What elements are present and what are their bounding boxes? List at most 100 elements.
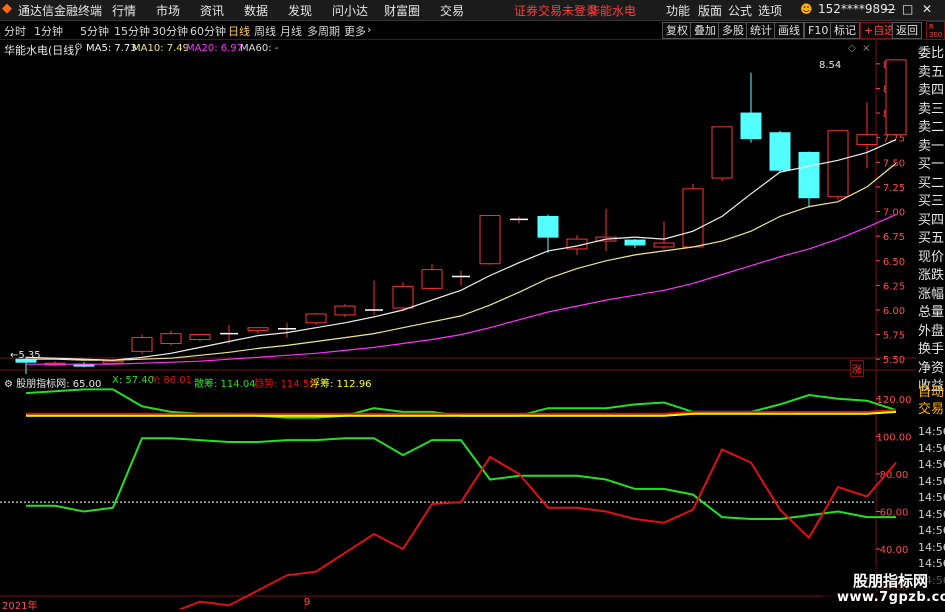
candle[interactable] xyxy=(479,214,501,265)
candle[interactable] xyxy=(160,330,182,346)
side-panel-item[interactable]: 买一 xyxy=(918,157,944,172)
minimize-icon[interactable]: — xyxy=(884,2,896,16)
candle[interactable] xyxy=(278,322,296,338)
settings-icon[interactable]: ⚙ xyxy=(74,42,83,53)
side-panel-item[interactable]: 现价 xyxy=(918,250,944,265)
close-chart-icon[interactable]: × xyxy=(862,43,870,54)
side-panel-item[interactable]: 涨跌 xyxy=(918,268,944,283)
side-panel-item[interactable]: 卖一 xyxy=(918,139,944,154)
menu-item-gongneng[interactable]: 功能 xyxy=(666,2,690,19)
menu-item-wenxiaoda[interactable]: 问小达 xyxy=(332,2,368,19)
menu-item-banmian[interactable]: 版面 xyxy=(698,2,722,19)
duogu-button[interactable]: 多股 xyxy=(718,22,748,39)
candle[interactable] xyxy=(537,214,559,253)
menu-item-gongshi[interactable]: 公式 xyxy=(728,2,752,19)
trade-login-warning[interactable]: 证券交易未登录 xyxy=(514,2,598,19)
candle[interactable] xyxy=(595,208,617,251)
side-panel-item[interactable]: 自动 xyxy=(918,385,944,400)
side-panel-item[interactable]: 买二 xyxy=(918,176,944,191)
candle[interactable] xyxy=(510,216,528,224)
maximize-icon[interactable]: □ xyxy=(902,2,913,16)
side-panel-item[interactable]: 买三 xyxy=(918,194,944,209)
period-15min[interactable]: 15分钟 xyxy=(114,23,150,39)
side-panel-item[interactable]: 卖四 xyxy=(918,83,944,98)
period-60min[interactable]: 60分钟 xyxy=(190,23,226,39)
period-weekly[interactable]: 周线 xyxy=(254,23,276,39)
side-panel-item[interactable]: 14:56 xyxy=(918,523,945,538)
side-panel-item[interactable]: 卖二 xyxy=(918,120,944,135)
huaxian-button[interactable]: 画线 xyxy=(774,22,804,39)
candle[interactable] xyxy=(365,280,383,315)
candle[interactable] xyxy=(798,151,820,208)
diamond-icon[interactable]: ◇ xyxy=(848,43,856,54)
candle[interactable] xyxy=(885,59,907,136)
user-icon[interactable]: ☻ xyxy=(800,2,813,16)
period-monthly[interactable]: 月线 xyxy=(280,23,302,39)
side-panel-item[interactable]: 14:56 xyxy=(918,490,945,505)
chart-canvas[interactable]: 8.508.258.007.757.507.257.006.756.506.25… xyxy=(0,40,916,609)
candle[interactable] xyxy=(769,130,791,173)
candle[interactable] xyxy=(247,326,269,334)
candle[interactable] xyxy=(421,263,443,291)
side-panel-item[interactable]: 外盘 xyxy=(918,324,944,339)
period-1min[interactable]: 1分钟 xyxy=(34,23,63,39)
side-panel-item[interactable]: 总量 xyxy=(918,305,944,320)
biaoji-button[interactable]: 标记 xyxy=(830,22,860,39)
menu-item-hangqing[interactable]: 行情 xyxy=(112,2,136,19)
candle[interactable] xyxy=(653,221,675,249)
menu-item-zixun[interactable]: 资讯 xyxy=(200,2,224,19)
candle[interactable] xyxy=(452,270,470,286)
chevron-right-icon[interactable]: › xyxy=(367,23,371,36)
menu-item-shuju[interactable]: 数据 xyxy=(244,2,268,19)
gear-icon[interactable]: ⚙ xyxy=(4,379,13,390)
period-more[interactable]: 更多 xyxy=(344,23,366,39)
side-panel-item[interactable]: 14:56 xyxy=(918,507,945,522)
candle[interactable] xyxy=(740,72,762,143)
candle[interactable] xyxy=(827,130,849,200)
side-panel-item[interactable]: 买五 xyxy=(918,231,944,246)
period-5min[interactable]: 5分钟 xyxy=(80,23,109,39)
side-panel-item[interactable]: 涨幅 xyxy=(918,287,944,302)
tongji-button[interactable]: 统计 xyxy=(746,22,776,39)
side-panel-item[interactable]: 14:56 xyxy=(918,540,945,555)
side-panel-item[interactable]: 卖五 xyxy=(918,65,944,80)
diejia-button[interactable]: 叠加 xyxy=(690,22,720,39)
candle[interactable] xyxy=(682,183,704,248)
candle[interactable] xyxy=(131,334,153,355)
period-30min[interactable]: 30分钟 xyxy=(152,23,188,39)
fuquan-button[interactable]: 复权 xyxy=(662,22,692,39)
period-daily[interactable]: 日线 xyxy=(228,23,250,39)
menu-item-caifuquan[interactable]: 财富圈 xyxy=(384,2,420,19)
side-panel-item[interactable]: 换手 xyxy=(918,342,944,357)
side-panel-item[interactable]: 14:56 xyxy=(918,457,945,472)
f10-button[interactable]: F10 xyxy=(804,22,833,39)
menu-item-faxian[interactable]: 发现 xyxy=(288,2,312,19)
menu-item-jiaoyi[interactable]: 交易 xyxy=(440,2,464,19)
hk-connect-badge[interactable]: R 300 xyxy=(926,21,945,40)
zhang-badge[interactable]: 涨 xyxy=(850,360,864,377)
period-multi[interactable]: 多周期 xyxy=(307,23,340,39)
back-button[interactable]: 返回 xyxy=(892,22,922,39)
side-panel-item[interactable]: 14:56 xyxy=(918,474,945,489)
menu-item-shichang[interactable]: 市场 xyxy=(156,2,180,19)
candle[interactable] xyxy=(305,312,327,325)
candle[interactable] xyxy=(189,333,211,342)
candle[interactable] xyxy=(711,126,733,181)
side-panel-item[interactable]: 买四 xyxy=(918,213,944,228)
side-panel-item[interactable]: 14:56 xyxy=(918,424,945,439)
side-panel-item[interactable]: 委比 xyxy=(918,46,944,61)
close-icon[interactable]: ✕ xyxy=(922,2,932,16)
period-fenshi[interactable]: 分时 xyxy=(4,23,26,39)
candle[interactable] xyxy=(392,282,414,311)
side-panel-item[interactable]: 净资 xyxy=(918,361,944,376)
candle-body-up xyxy=(247,327,269,332)
side-panel-item[interactable]: 交易 xyxy=(918,402,944,417)
candle[interactable] xyxy=(624,239,646,248)
candle[interactable] xyxy=(334,304,356,317)
candle[interactable] xyxy=(566,235,588,255)
candle[interactable] xyxy=(856,102,878,169)
menu-item-xuanxiang[interactable]: 选项 xyxy=(758,2,782,19)
high-price-label: 8.54 xyxy=(819,60,842,71)
side-panel-item[interactable]: 14:56 xyxy=(918,441,945,456)
side-panel-item[interactable]: 卖三 xyxy=(918,102,944,117)
